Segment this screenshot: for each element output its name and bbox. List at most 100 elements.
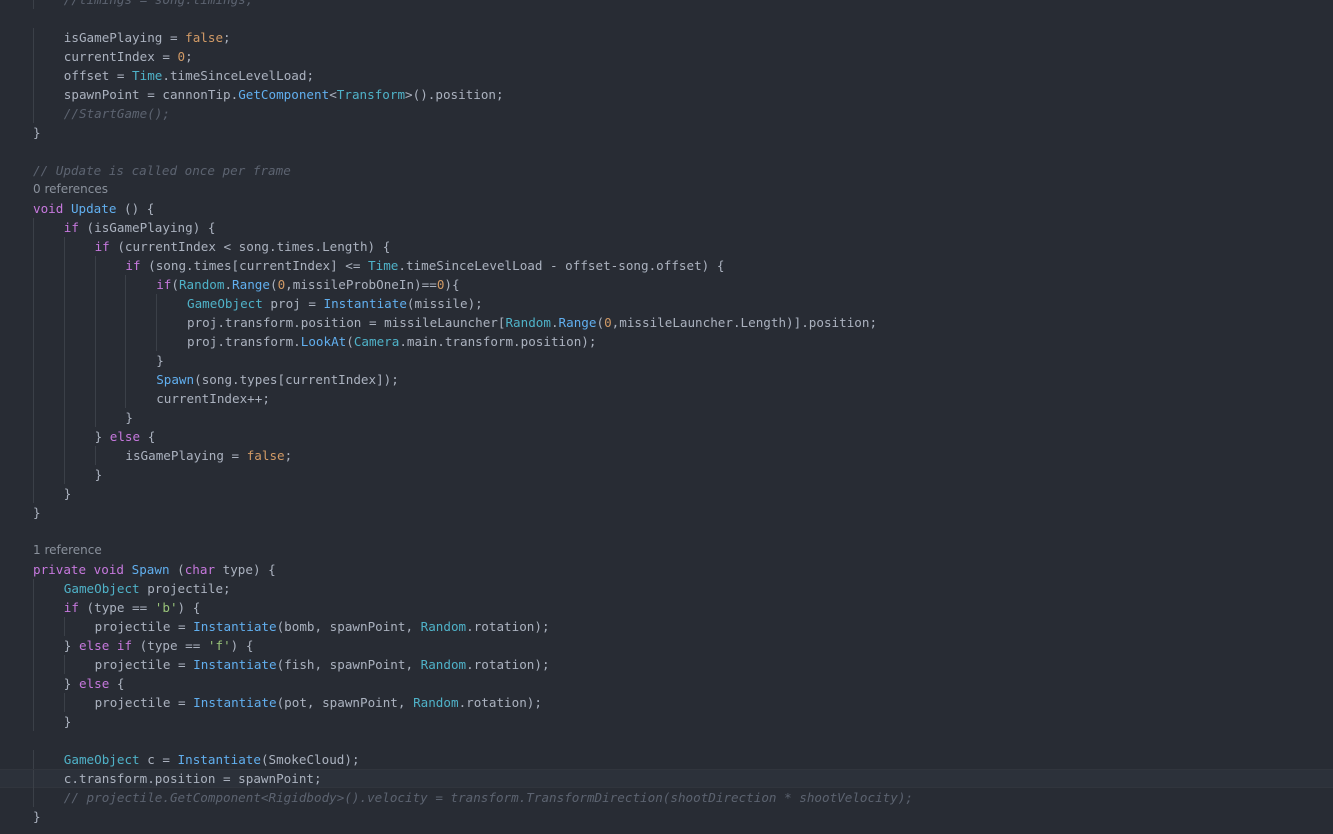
code-line[interactable]: } (0, 712, 1333, 731)
code-token: (song.times[currentIndex] <= (140, 258, 369, 273)
code-line[interactable]: } else { (0, 427, 1333, 446)
code-line[interactable]: projectile = Instantiate(pot, spawnPoint… (0, 693, 1333, 712)
code-token: < (329, 87, 337, 102)
code-token: (bomb, spawnPoint, (276, 619, 421, 634)
code-line[interactable]: proj.transform.LookAt(Camera.main.transf… (0, 332, 1333, 351)
reference-count-link[interactable]: 0 references (33, 182, 108, 196)
code-token: type) { (215, 562, 276, 577)
code-token: if (94, 239, 110, 254)
code-line[interactable]: if (song.times[currentIndex] <= Time.tim… (0, 256, 1333, 275)
code-line[interactable] (0, 142, 1333, 161)
code-token: (missile); (406, 296, 483, 311)
code-line[interactable]: // projectile.GetComponent<Rigidbody>().… (0, 788, 1333, 807)
indent-guide (33, 712, 34, 731)
code-line[interactable]: if (type == 'b') { (0, 598, 1333, 617)
indent-guide (33, 0, 34, 9)
indent-guide (33, 427, 34, 446)
code-token: Spawn (131, 562, 170, 577)
code-token: else (109, 429, 141, 444)
code-line[interactable]: if (isGamePlaying) { (0, 218, 1333, 237)
code-line[interactable]: Spawn(song.types[currentIndex]); (0, 370, 1333, 389)
code-line[interactable]: isGamePlaying = false; (0, 28, 1333, 47)
code-line[interactable]: projectile = Instantiate(bomb, spawnPoin… (0, 617, 1333, 636)
indent-guide (33, 256, 34, 275)
code-token: (isGamePlaying) { (78, 220, 216, 235)
code-line[interactable]: if (currentIndex < song.times.Length) { (0, 237, 1333, 256)
code-line[interactable] (0, 731, 1333, 750)
code-line[interactable]: GameObject c = Instantiate(SmokeCloud); (0, 750, 1333, 769)
indent-guide (33, 313, 34, 332)
code-line[interactable]: } (0, 408, 1333, 427)
code-token: ( (596, 315, 605, 330)
code-token: Instantiate (193, 695, 277, 710)
code-line[interactable]: //StartGame(); (0, 104, 1333, 123)
code-line[interactable]: // Update is called once per frame (0, 161, 1333, 180)
code-token: Range (232, 277, 270, 292)
code-line[interactable]: isGamePlaying = false; (0, 446, 1333, 465)
code-token: ( (346, 334, 354, 349)
code-token: if (63, 600, 79, 615)
indent-guide (63, 389, 65, 408)
code-token: (type == (132, 638, 208, 653)
code-token: ) { (230, 638, 254, 653)
code-line[interactable]: if(Random.Range(0,missileProbOneIn)==0){ (0, 275, 1333, 294)
code-token: // projectile.GetComponent<Rigidbody>().… (63, 790, 913, 805)
code-token: Time (132, 68, 163, 83)
code-line[interactable]: } else if (type == 'f') { (0, 636, 1333, 655)
code-line[interactable] (0, 9, 1333, 28)
code-token: } (33, 125, 41, 140)
code-line[interactable]: //timings = song.timings; (0, 0, 1333, 9)
code-line[interactable]: offset = Time.timeSinceLevelLoad; (0, 66, 1333, 85)
code-token: (type == (78, 600, 155, 615)
code-token: ; (185, 49, 193, 64)
code-line[interactable]: currentIndex = 0; (0, 47, 1333, 66)
indent-guide (125, 370, 127, 389)
codelens-line[interactable]: 1 reference (0, 541, 1333, 560)
code-token: currentIndex = (63, 49, 178, 64)
indent-guide (63, 237, 65, 256)
code-text: offset = Time.timeSinceLevelLoad; (64, 66, 314, 85)
indent-guide (33, 770, 34, 789)
codelens-line[interactable]: 0 references (0, 180, 1333, 199)
code-text: proj.transform.position = missileLaunche… (187, 313, 877, 332)
code-line[interactable]: } else { (0, 674, 1333, 693)
code-token: proj.transform. (187, 334, 301, 349)
code-token: GameObject (63, 752, 140, 767)
code-text: projectile = Instantiate(bomb, spawnPoin… (95, 617, 550, 636)
code-line[interactable]: } (0, 503, 1333, 522)
code-line[interactable]: GameObject projectile; (0, 579, 1333, 598)
indent-guide (125, 389, 127, 408)
code-line[interactable]: } (0, 807, 1333, 826)
code-editor[interactable]: //timings = song.timings; isGamePlaying =… (0, 0, 1333, 834)
current-code-line[interactable]: c.transform.position = spawnPoint; (0, 769, 1333, 789)
code-text: GameObject projectile; (64, 579, 231, 598)
code-line[interactable] (0, 522, 1333, 541)
code-token: } (156, 353, 164, 368)
reference-count-link[interactable]: 1 reference (33, 543, 102, 557)
code-line[interactable]: } (0, 351, 1333, 370)
code-line[interactable]: GameObject proj = Instantiate(missile); (0, 294, 1333, 313)
indent-guide (156, 332, 158, 351)
indent-guide (94, 275, 96, 294)
code-line[interactable]: private void Spawn (char type) { (0, 560, 1333, 579)
code-line[interactable]: } (0, 123, 1333, 142)
code-text: // Update is called once per frame (33, 161, 291, 180)
code-token: Instantiate (177, 752, 261, 767)
code-line[interactable]: void Update () { (0, 199, 1333, 218)
code-line[interactable]: currentIndex++; (0, 389, 1333, 408)
code-token: if (156, 277, 172, 292)
code-token: .main.transform.position); (399, 334, 597, 349)
code-line[interactable]: projectile = Instantiate(fish, spawnPoin… (0, 655, 1333, 674)
code-line[interactable]: spawnPoint = cannonTip.GetComponent<Tran… (0, 85, 1333, 104)
code-line[interactable]: proj.transform.position = missileLaunche… (0, 313, 1333, 332)
indent-guide (63, 370, 65, 389)
code-text: private void Spawn (char type) { (33, 560, 276, 579)
indent-guide (33, 750, 34, 769)
code-line[interactable]: } (0, 484, 1333, 503)
code-token: Random (420, 657, 467, 672)
code-token: proj.transform.position = missileLaunche… (187, 315, 506, 330)
indent-guide (63, 617, 65, 636)
code-line[interactable]: } (0, 465, 1333, 484)
indent-guide (33, 294, 34, 313)
indent-guide (33, 66, 34, 85)
